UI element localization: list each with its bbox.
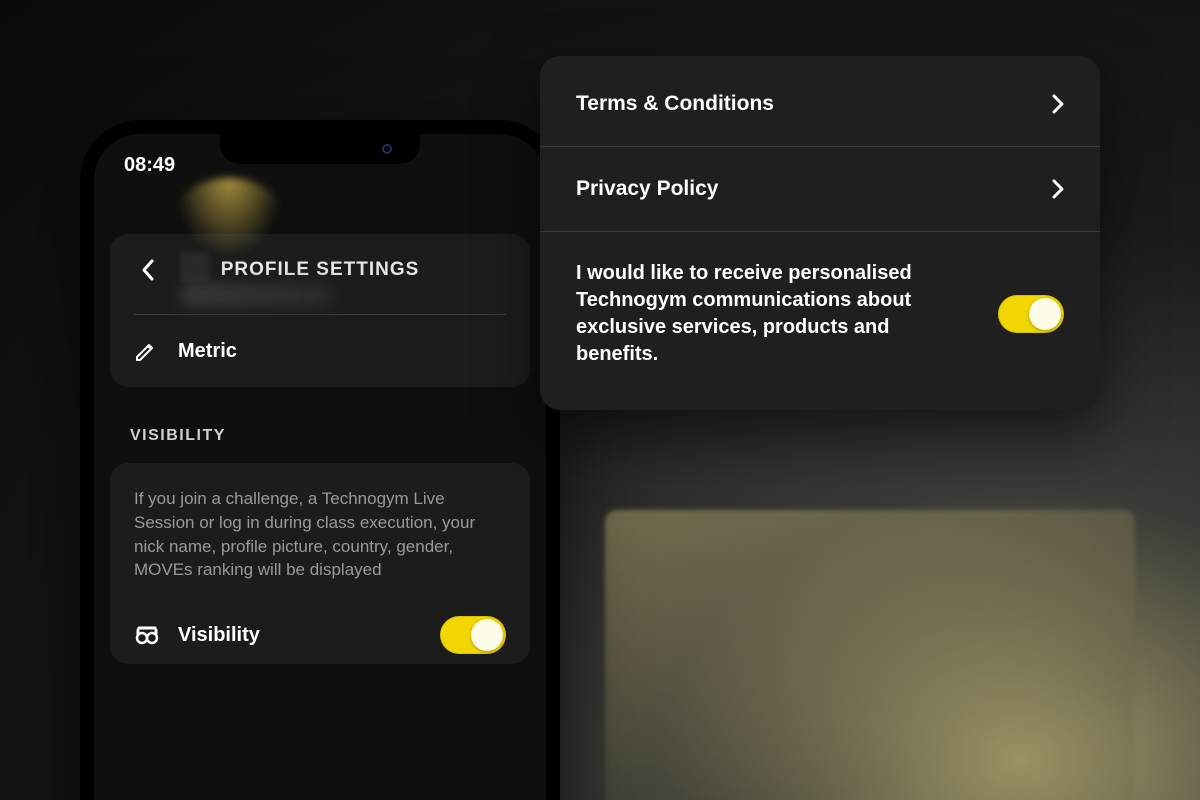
chevron-left-icon	[141, 259, 155, 281]
toggle-knob	[471, 619, 503, 651]
phone-frame: 08:49 PROFILE SETTINGS	[80, 120, 560, 800]
metric-label: Metric	[178, 340, 237, 363]
back-button[interactable]	[134, 256, 162, 284]
profile-header-card: PROFILE SETTINGS Metric	[110, 234, 530, 387]
background-light-panel	[605, 510, 1135, 800]
camera-dot-icon	[382, 144, 392, 154]
status-time: 08:49	[124, 154, 175, 177]
legal-overlay-card: Terms & Conditions Privacy Policy I woul…	[540, 56, 1100, 410]
visibility-toggle-label: Visibility	[178, 624, 422, 647]
visibility-description: If you join a challenge, a Technogym Liv…	[134, 487, 506, 582]
terms-label: Terms & Conditions	[576, 92, 774, 116]
consent-toggle[interactable]	[998, 295, 1064, 333]
blurred-username	[182, 284, 332, 306]
consent-text: I would like to receive personalised Tec…	[576, 260, 970, 368]
toggle-knob	[1029, 298, 1061, 330]
visibility-card: If you join a challenge, a Technogym Liv…	[110, 463, 530, 664]
privacy-label: Privacy Policy	[576, 177, 718, 201]
chevron-right-icon	[1052, 179, 1064, 199]
visibility-toggle[interactable]	[440, 616, 506, 654]
blurred-avatar	[180, 252, 210, 282]
phone-notch	[220, 134, 420, 164]
metric-row[interactable]: Metric	[134, 315, 506, 363]
terms-row[interactable]: Terms & Conditions	[540, 62, 1100, 146]
phone-screen: 08:49 PROFILE SETTINGS	[94, 134, 546, 800]
pencil-icon	[134, 339, 158, 363]
header-row: PROFILE SETTINGS	[134, 256, 506, 315]
visibility-toggle-row: Visibility	[134, 616, 506, 654]
consent-row: I would like to receive personalised Tec…	[540, 231, 1100, 404]
visibility-icon	[134, 620, 160, 651]
visibility-section-title: VISIBILITY	[130, 427, 510, 445]
page-title: PROFILE SETTINGS	[180, 259, 460, 281]
chevron-right-icon	[1052, 94, 1064, 114]
avatar-glow	[174, 178, 284, 258]
screen-content: PROFILE SETTINGS Metric VISIBILITY	[94, 134, 546, 664]
privacy-row[interactable]: Privacy Policy	[540, 146, 1100, 231]
